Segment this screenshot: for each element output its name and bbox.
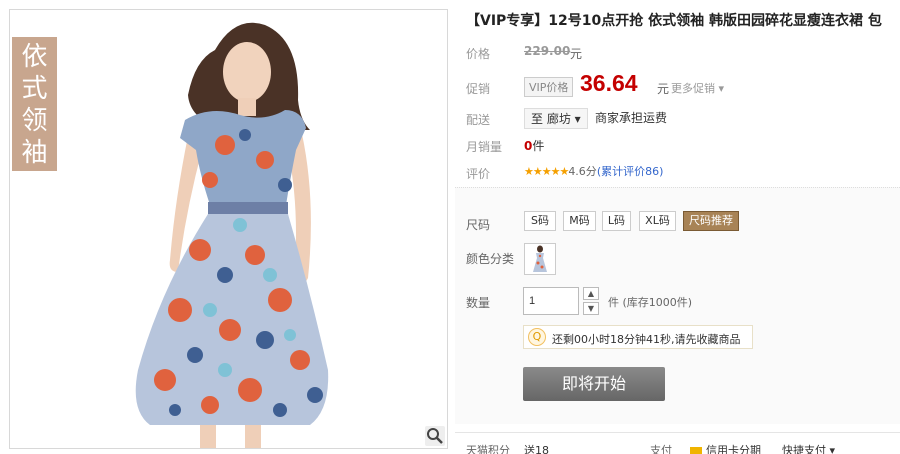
chevron-down-icon: ▾ [718,82,725,95]
promo-price-unit: 元 [657,82,670,96]
rating-score: 4.6分 [568,165,597,178]
star-rating-icon: ★★★★★ [524,165,569,178]
qty-decrease-button[interactable]: ▼ [583,302,599,315]
promo-price: 36.64 [580,70,638,96]
dress-thumbnail-icon [533,245,547,272]
stock-info: 件 (库存1000件) [608,296,693,309]
product-title: 【VIP专享】12号10点开抢 依式领袖 韩版田园碎花显瘦连衣裙 包 [466,13,882,29]
countdown-text: 还剩00小时18分钟41秒,请先收藏商品 [552,333,741,346]
shipping-note: 商家承担运费 [595,111,668,125]
coming-soon-button[interactable]: 即将开始 [523,367,665,401]
credit-installment-link[interactable]: 信用卡分期 [690,442,761,454]
size-label: 尺码 [466,218,491,232]
price-unit: 元 [570,47,583,61]
product-image-panel: 依式领袖 [9,9,448,449]
color-label: 颜色分类 [466,252,515,266]
ship-to-select[interactable]: 至 廊坊 ▾ [524,108,588,129]
qty-increase-button[interactable]: ▲ [583,287,599,300]
price-label: 价格 [466,47,491,61]
quick-pay-label: 快捷支付 [782,444,826,454]
size-option-l[interactable]: L码 [602,211,631,231]
size-option-xl[interactable]: XL码 [639,211,676,231]
size-option-s[interactable]: S码 [524,211,556,231]
shipping-label: 配送 [466,113,491,127]
sales-unit: 件 [532,139,545,153]
lightbulb-icon: Q [528,328,546,346]
ship-to-value: 至 廊坊 [531,112,571,126]
quick-pay-link[interactable]: 快捷支付 ▾ [782,442,835,454]
points-value-text: 送18 [524,444,549,454]
chevron-up-icon: ▲ [587,289,595,298]
review-count-link[interactable]: (累计评价86) [597,165,664,178]
original-price: 229.00 [524,44,571,58]
size-recommend-button[interactable]: 尺码推荐 [683,211,739,231]
sales-label: 月销量 [466,140,503,154]
promo-label: 促销 [466,82,491,96]
qty-label: 数量 [466,296,491,310]
pay-label: 支付 [650,444,672,454]
more-promo-link[interactable]: 更多促销 ▾ [671,80,724,96]
sales-count: 0件 [524,137,544,154]
chevron-down-icon: ▼ [587,304,595,313]
points-value: 送18 [524,442,549,454]
rating-label: 评价 [466,167,491,181]
zoom-button[interactable] [425,426,445,446]
quantity-input[interactable] [523,287,579,315]
magnifier-icon [427,428,443,444]
chevron-down-icon: ▾ [574,112,581,126]
more-promo-label: 更多促销 [671,82,715,95]
credit-installment-label: 信用卡分期 [706,444,761,454]
brand-tag: 依式领袖 [12,37,57,171]
footer-divider [455,432,900,433]
countdown-notice: Q 还剩00小时18分钟41秒,请先收藏商品 [523,325,753,349]
size-option-m[interactable]: M码 [563,211,596,231]
chevron-down-icon: ▾ [829,444,836,454]
product-photo [10,10,447,448]
credit-card-icon [690,446,702,454]
rating-summary: ★★★★★4.6分(累计评价86) [524,163,663,179]
color-swatch-dress[interactable] [524,243,556,275]
points-label: 天猫积分 [466,444,510,454]
vip-badge: VIP价格 [524,77,574,97]
